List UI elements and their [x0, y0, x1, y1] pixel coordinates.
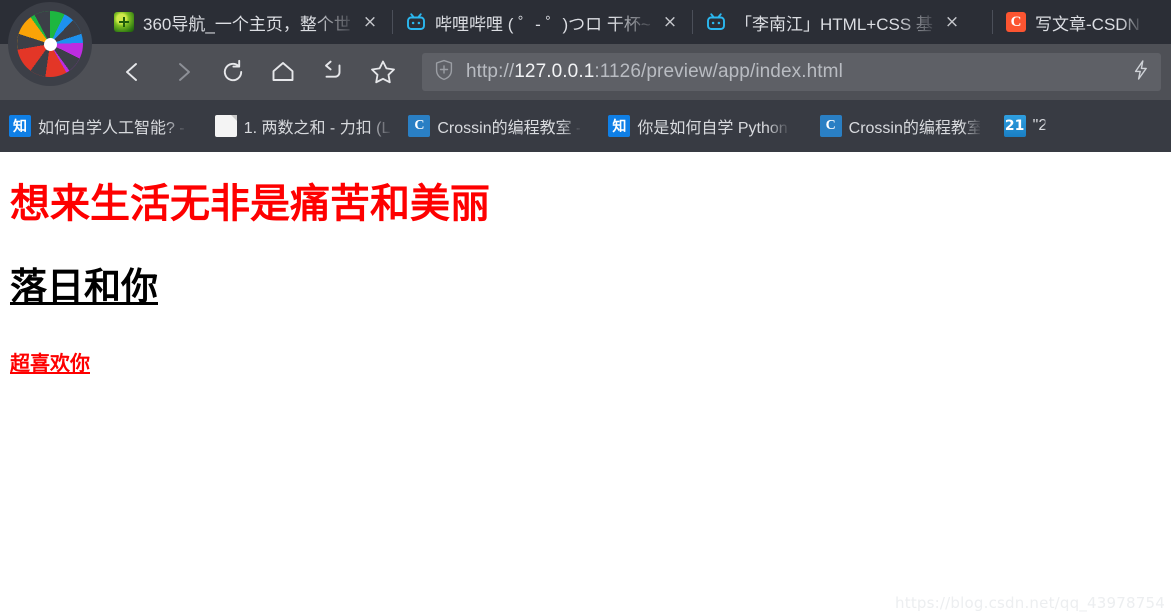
undo-button[interactable]: [308, 50, 358, 94]
360-nav-icon: [114, 12, 134, 32]
bookmark-star-button[interactable]: [358, 50, 408, 94]
tab-title: 写文章-CSDN: [1035, 14, 1140, 34]
address-bar[interactable]: http://127.0.0.1:1126/preview/app/index.…: [422, 53, 1161, 91]
bilibili-icon: [706, 12, 726, 32]
shield-icon: [434, 59, 454, 86]
bookmark-item[interactable]: 知 你是如何自学 Python: [599, 100, 796, 152]
bookmarks-bar: 知 如何自学人工智能? - 1. 两数之和 - 力扣 (L C Crossin的…: [0, 100, 1171, 152]
tab-close-icon[interactable]: ×: [363, 13, 377, 31]
pinwheel-hub: [43, 37, 57, 51]
tab-3[interactable]: 「李南江」HTML+CSS 基 ×: [692, 0, 992, 44]
bookmark-label: 1. 两数之和 - 力扣 (L: [243, 120, 391, 137]
bookmark-item[interactable]: 知 如何自学人工智能? -: [0, 100, 194, 152]
bookmark-item[interactable]: 1. 两数之和 - 力扣 (L: [206, 100, 400, 152]
page-heading: 想来生活无非是痛苦和美丽: [10, 181, 490, 227]
zhihu-icon: 知: [608, 115, 631, 137]
url-path: :1126/preview/app/index.html: [594, 61, 843, 82]
zhihu-icon: 知: [9, 115, 31, 137]
bookmark-label: 如何自学人工智能? -: [38, 120, 185, 137]
bookmark-item[interactable]: 21 "2: [995, 100, 1055, 152]
bookmark-label: Crossin的编程教室: [848, 120, 980, 137]
tab-title: 360导航_一个主页，整个世: [143, 14, 351, 34]
bookmark-item[interactable]: C Crossin的编程教室: [811, 100, 989, 152]
document-icon: [214, 115, 237, 137]
lightning-bolt-icon[interactable]: [1131, 59, 1151, 86]
tab-strip: 360导航_一个主页，整个世 × 哔哩哔哩 ( ゜- ゜)つロ 干杯~ × 「李…: [0, 0, 1171, 86]
bookmark-label: 你是如何自学 Python: [637, 120, 788, 137]
twentyone-icon: 21: [1003, 115, 1026, 137]
page-subheading: 落日和你: [10, 265, 158, 308]
page-viewport: 想来生活无非是痛苦和美丽 落日和你 超喜欢你 https://blog.csdn…: [0, 152, 1171, 616]
forward-button[interactable]: [158, 50, 208, 94]
tab-2[interactable]: 哔哩哔哩 ( ゜- ゜)つロ 干杯~ ×: [392, 0, 692, 44]
csdn-icon: C: [1006, 12, 1026, 32]
tab-title: 「李南江」HTML+CSS 基: [735, 14, 933, 34]
page-link[interactable]: 超喜欢你: [10, 351, 90, 375]
tab-close-icon[interactable]: ×: [945, 13, 959, 31]
tab-title: 哔哩哔哩 ( ゜- ゜)つロ 干杯~: [435, 14, 651, 34]
crossin-icon: C: [819, 115, 842, 137]
browser-window: 360导航_一个主页，整个世 × 哔哩哔哩 ( ゜- ゜)つロ 干杯~ × 「李…: [0, 0, 1171, 616]
bilibili-icon: [406, 12, 426, 32]
page-subheading-row: 落日和你: [0, 228, 1171, 309]
url-host: 127.0.0.1: [514, 61, 595, 82]
tab-close-icon[interactable]: ×: [663, 13, 677, 31]
reload-button[interactable]: [208, 50, 258, 94]
browser-pinwheel-logo-icon: [8, 2, 92, 86]
bookmark-item[interactable]: C Crossin的编程教室 -: [399, 100, 589, 152]
bookmark-label: Crossin的编程教室 -: [437, 120, 581, 137]
navigation-buttons: [108, 50, 408, 94]
back-button[interactable]: [108, 50, 158, 94]
home-button[interactable]: [258, 50, 308, 94]
address-bar-url: http://127.0.0.1:1126/preview/app/index.…: [466, 61, 1123, 83]
tab-4[interactable]: C 写文章-CSDN: [992, 0, 1171, 44]
url-scheme: http://: [466, 61, 515, 82]
browser-logo-slot: [0, 0, 100, 86]
bookmark-label: "2: [1032, 117, 1046, 134]
browser-toolbar: http://127.0.0.1:1126/preview/app/index.…: [0, 44, 1171, 100]
crossin-icon: C: [408, 115, 431, 137]
tab-1[interactable]: 360导航_一个主页，整个世 ×: [100, 0, 392, 44]
watermark: https://blog.csdn.net/qq_43978754: [895, 594, 1165, 612]
